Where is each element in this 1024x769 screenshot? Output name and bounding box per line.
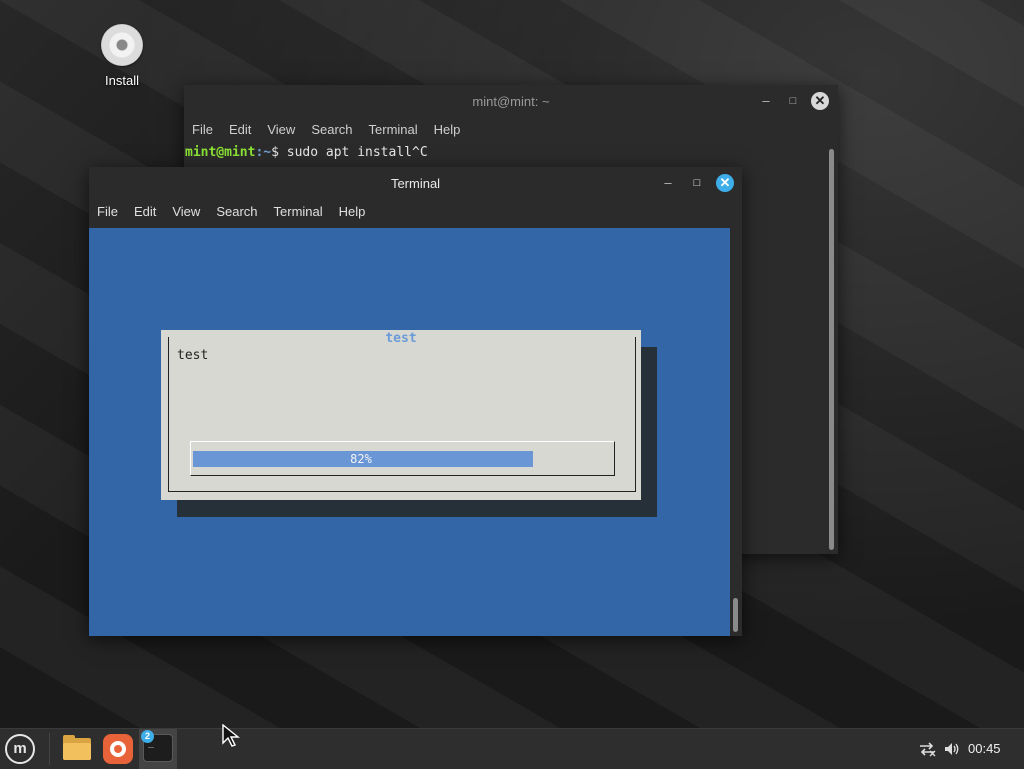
desktop-icon-install[interactable]: Install [94, 24, 150, 88]
mint-logo-icon: m [13, 740, 27, 757]
window-title: Terminal [390, 176, 441, 191]
menu-edit[interactable]: Edit [221, 117, 259, 143]
terminal-command: sudo apt install^C [286, 145, 428, 160]
gauge-dialog: test test 82% [161, 330, 641, 500]
terminal-window-front[interactable]: Terminal – □ ✕ File Edit View Search Ter… [89, 167, 742, 636]
desktop-background: Install mint@mint: ~ – □ ✕ File Edit Vie… [0, 0, 1024, 728]
progress-track: 82% [193, 451, 608, 467]
dialog-title: test [381, 331, 421, 346]
terminal-output[interactable]: test test 82% [89, 228, 730, 636]
files-launcher[interactable] [61, 734, 93, 762]
prompt-symbol: $ [271, 145, 287, 160]
menu-file[interactable]: File [184, 117, 221, 143]
prompt-path: :~ [255, 145, 272, 160]
window-title: mint@mint: ~ [472, 94, 550, 109]
menu-help[interactable]: Help [331, 199, 374, 225]
window-count-badge: 2 [141, 730, 154, 743]
menu-file[interactable]: File [89, 199, 126, 225]
titlebar[interactable]: mint@mint: ~ – □ ✕ [184, 85, 838, 117]
scrollbar[interactable] [824, 145, 838, 554]
minimize-button[interactable]: – [757, 92, 775, 110]
menu-help[interactable]: Help [426, 117, 469, 143]
volume-icon-svg [945, 743, 959, 755]
prompt-user: mint@mint [185, 145, 256, 160]
network-icon-svg [920, 742, 936, 757]
menu-terminal[interactable]: Terminal [266, 199, 331, 225]
dialog-text: test [177, 348, 209, 363]
menubar: File Edit View Search Terminal Help [184, 117, 838, 143]
menu-edit[interactable]: Edit [126, 199, 164, 225]
volume-icon[interactable] [943, 741, 961, 760]
menu-view[interactable]: View [259, 117, 303, 143]
scrollbar[interactable] [730, 228, 742, 636]
titlebar[interactable]: Terminal – □ ✕ [89, 167, 742, 199]
firefox-launcher[interactable] [103, 734, 133, 764]
dialog-title-wrap: test [161, 331, 641, 346]
close-button[interactable]: ✕ [716, 174, 734, 192]
progress-label: 82% [350, 452, 372, 466]
disc-icon [101, 24, 143, 66]
menu-view[interactable]: View [164, 199, 208, 225]
scrollbar-thumb[interactable] [733, 598, 738, 632]
scrollbar-thumb[interactable] [829, 149, 834, 550]
menu-search[interactable]: Search [208, 199, 265, 225]
desktop-icon-label: Install [105, 73, 139, 88]
cursor-arrow-icon [222, 723, 240, 747]
menu-terminal[interactable]: Terminal [361, 117, 426, 143]
clock[interactable]: 00:45 [968, 741, 1001, 756]
minimize-button[interactable]: – [659, 174, 677, 192]
network-disconnected-icon[interactable] [918, 741, 936, 760]
maximize-button[interactable]: □ [784, 92, 802, 110]
terminal-task-button[interactable]: _ 2 [139, 729, 177, 769]
taskbar-separator [49, 733, 50, 765]
menu-button[interactable]: m [5, 734, 35, 764]
close-button[interactable]: ✕ [811, 92, 829, 110]
menubar: File Edit View Search Terminal Help [89, 199, 742, 225]
maximize-button[interactable]: □ [688, 174, 706, 192]
menu-search[interactable]: Search [303, 117, 360, 143]
progress-box: 82% [190, 441, 615, 476]
terminal-line: mint@mint:~$ sudo apt install^C [184, 145, 824, 160]
taskbar: m _ 2 00:45 [0, 728, 1024, 769]
